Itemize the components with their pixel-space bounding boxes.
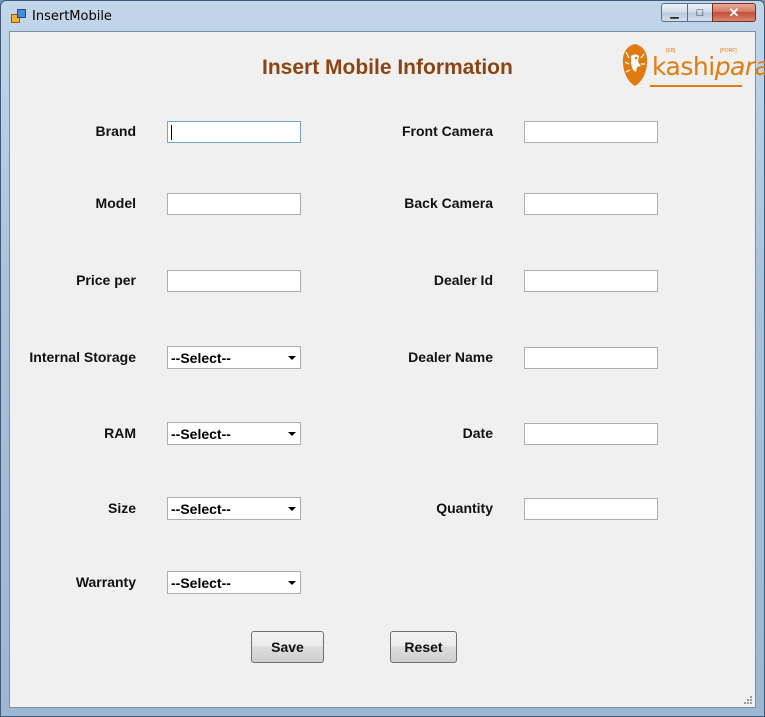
chevron-down-icon xyxy=(288,432,296,436)
size-label: Size xyxy=(107,500,136,516)
date-label: Date xyxy=(462,425,493,441)
minimize-icon: ▁ xyxy=(670,7,679,19)
save-button[interactable]: Save xyxy=(251,631,324,663)
close-button[interactable]: ✕ xyxy=(712,3,756,22)
reset-button[interactable]: Reset xyxy=(390,631,457,663)
price-per-input[interactable] xyxy=(167,270,301,292)
quantity-label: Quantity xyxy=(436,500,493,516)
logo-underline xyxy=(650,85,742,87)
text-caret xyxy=(171,125,172,140)
title-bar[interactable]: InsertMobile ▁ □ ✕ xyxy=(1,1,764,31)
ram-value: --Select-- xyxy=(171,426,231,442)
logo-text-accent: para xyxy=(714,52,765,81)
back-camera-input[interactable] xyxy=(524,193,658,215)
internal-storage-label: Internal Storage xyxy=(29,349,136,365)
maximize-icon: □ xyxy=(696,6,704,19)
chevron-down-icon xyxy=(288,581,296,585)
page-title: Insert Mobile Information xyxy=(262,56,513,79)
form-client-area: Insert Mobile Information [EB] [PORF] ka… xyxy=(9,31,765,708)
front-camera-input[interactable] xyxy=(524,121,658,143)
maximize-button[interactable]: □ xyxy=(687,3,712,22)
dealer-name-input[interactable] xyxy=(524,347,658,369)
size-value: --Select-- xyxy=(171,501,231,517)
dealer-id-input[interactable] xyxy=(524,270,658,292)
logo-text-main: kashi xyxy=(652,52,715,81)
resize-grip-icon[interactable] xyxy=(743,695,753,705)
minimize-button[interactable]: ▁ xyxy=(661,3,687,22)
warranty-label: Warranty xyxy=(75,574,136,590)
dealer-name-label: Dealer Name xyxy=(408,349,493,365)
internal-storage-value: --Select-- xyxy=(171,350,231,366)
back-camera-label: Back Camera xyxy=(404,195,493,211)
app-window: InsertMobile ▁ □ ✕ Insert Mobile Informa… xyxy=(0,0,765,717)
front-camera-label: Front Camera xyxy=(401,123,493,139)
kashipara-logo: [EB] [PORF] kashipara xyxy=(620,40,765,90)
quantity-input[interactable] xyxy=(524,498,658,520)
dealer-id-label: Dealer Id xyxy=(433,272,493,288)
date-input[interactable] xyxy=(524,423,658,445)
price-per-label: Price per xyxy=(76,272,136,288)
window-title: InsertMobile xyxy=(32,9,112,24)
ram-dropdown[interactable]: --Select-- xyxy=(167,422,301,445)
brand-label: Brand xyxy=(95,123,136,139)
lion-logo-icon xyxy=(622,44,648,86)
ram-label: RAM xyxy=(104,425,136,441)
chevron-down-icon xyxy=(288,507,296,511)
size-dropdown[interactable]: --Select-- xyxy=(167,497,301,520)
internal-storage-dropdown[interactable]: --Select-- xyxy=(167,346,301,369)
brand-input[interactable] xyxy=(167,121,301,143)
app-icon[interactable] xyxy=(11,9,26,23)
model-input[interactable] xyxy=(167,193,301,215)
warranty-value: --Select-- xyxy=(171,575,231,591)
window-controls: ▁ □ ✕ xyxy=(661,3,756,23)
chevron-down-icon xyxy=(288,356,296,360)
model-label: Model xyxy=(95,195,136,211)
warranty-dropdown[interactable]: --Select-- xyxy=(167,571,301,594)
close-icon: ✕ xyxy=(728,4,740,20)
logo-text: kashipara xyxy=(652,52,765,81)
